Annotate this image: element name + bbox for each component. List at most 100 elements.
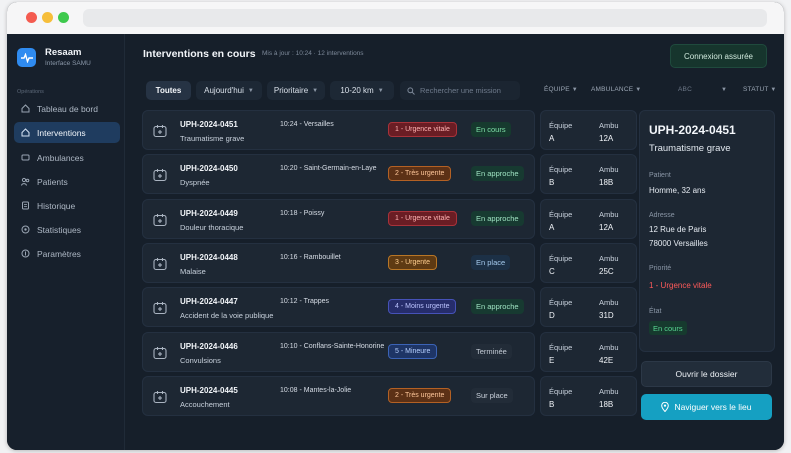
mission-icon <box>153 390 167 403</box>
patients-icon <box>21 177 30 186</box>
abc-column-chevron[interactable]: ▼ <box>721 86 727 93</box>
sidebar-item-ambulances[interactable]: Ambulances <box>14 147 120 168</box>
intervention-row[interactable]: UPH-2024-0449 Douleur thoracique 10:18 -… <box>142 198 535 239</box>
detail-address-label: Adresse <box>649 212 675 219</box>
intervention-id: UPH-2024-0451 <box>180 120 238 129</box>
sidebar-item-patients[interactable]: Patients <box>14 171 120 192</box>
ambulance-value: 12A <box>599 222 614 232</box>
statistics-icon <box>21 225 30 234</box>
intervention-time-place: 10:18 - Poissy <box>280 209 325 217</box>
ambulance-label: Ambu <box>599 121 619 130</box>
open-file-button[interactable]: Ouvrir le dossier <box>641 361 772 387</box>
intervention-time-place: 10:20 - Saint-Germain-en-Laye <box>280 165 377 173</box>
sidebar-item-dashboard[interactable]: Tableau de bord <box>14 98 120 119</box>
filter-label: 10-20 km <box>340 86 374 95</box>
filter-label: ÉQUIPE <box>544 86 570 93</box>
abc-column-filter[interactable]: ABC <box>678 86 692 93</box>
chevron-down-icon: ▼ <box>721 87 728 93</box>
intervention-row[interactable]: UPH-2024-0451 Traumatisme grave 10:24 - … <box>142 110 535 150</box>
intervention-type: Accident de la voie publique <box>180 311 274 321</box>
chevron-down-icon: ▼ <box>635 87 642 93</box>
detail-id: UPH-2024-0451 <box>649 123 736 137</box>
sidebar: Resaam Interface SAMU Opérations Tableau… <box>7 34 125 450</box>
sidebar-item-settings[interactable]: Paramètres <box>14 243 120 264</box>
ambulance-label: Ambu <box>599 386 619 396</box>
pulse-icon <box>20 52 33 63</box>
chevron-down-icon: ▼ <box>247 87 254 94</box>
priority-badge: 2 - Très urgente <box>388 387 452 403</box>
team-column-filter[interactable]: ÉQUIPE ▼ <box>544 86 578 93</box>
unit-assignment[interactable]: Équipe A Ambu 12A <box>540 198 637 239</box>
search-icon <box>407 86 415 95</box>
detail-priority: 1 - Urgence vitale <box>649 281 712 290</box>
sidebar-item-label: Paramètres <box>37 248 81 259</box>
team-label: Équipe <box>549 342 573 352</box>
intervention-row[interactable]: UPH-2024-0445 Accouchement 10:08 - Mante… <box>142 375 535 416</box>
ambulance-label: Ambu <box>599 298 619 308</box>
intervention-type: Convulsions <box>180 355 221 365</box>
unit-assignment[interactable]: Équipe B Ambu 18B <box>540 154 637 195</box>
priority-badge: 4 - Moins urgente <box>388 299 457 315</box>
mission-icon <box>153 302 167 315</box>
sidebar-item-interventions[interactable]: Interventions <box>14 122 120 143</box>
settings-icon <box>21 249 30 258</box>
unit-assignment[interactable]: Équipe B Ambu 18B <box>540 375 637 416</box>
intervention-type: Malaise <box>180 266 206 276</box>
intervention-row[interactable]: UPH-2024-0446 Convulsions 10:10 - Confla… <box>142 331 535 372</box>
intervention-time-place: 10:12 - Trappes <box>280 298 330 306</box>
team-value: B <box>549 399 555 409</box>
dashboard-icon <box>21 104 30 113</box>
status-badge: Terminée <box>471 343 512 359</box>
ambulance-column-filter[interactable]: AMBULANCE ▼ <box>591 86 641 93</box>
intervention-count: 12 interventions <box>317 50 364 57</box>
filter-all[interactable]: Toutes <box>146 81 191 100</box>
team-label: Équipe <box>549 209 573 219</box>
main-panel: Interventions en cours Mis à jour : 10:2… <box>125 34 784 450</box>
maximize-window-button[interactable] <box>58 12 69 23</box>
navigate-to-location-button[interactable]: Naviguer vers le lieu <box>641 394 772 420</box>
unit-assignment[interactable]: Équipe E Ambu 42E <box>540 331 637 372</box>
sidebar-item-label: Historique <box>37 200 76 211</box>
ambulance-value: 18B <box>599 399 614 409</box>
mission-icon <box>153 213 167 226</box>
filter-label: AMBULANCE <box>591 86 634 93</box>
intervention-time-place: 10:08 - Mantes-la-Jolie <box>280 386 352 394</box>
intervention-row[interactable]: UPH-2024-0448 Malaise 10:16 - Rambouille… <box>142 242 535 283</box>
browser-titlebar <box>7 2 784 34</box>
intervention-row[interactable]: UPH-2024-0447 Accident de la voie publiq… <box>142 287 535 328</box>
chevron-down-icon: ▼ <box>770 87 777 93</box>
sidebar-item-statistics[interactable]: Statistiques <box>14 219 120 240</box>
intervention-type: Accouchement <box>180 399 230 409</box>
filter-priority[interactable]: Prioritaire ▼ <box>267 81 325 100</box>
team-value: D <box>549 311 555 321</box>
detail-status-label: État <box>649 308 662 315</box>
filter-label: STATUT <box>743 86 769 93</box>
intervention-id: UPH-2024-0448 <box>180 252 238 262</box>
intervention-type: Douleur thoracique <box>180 222 244 232</box>
intervention-time-place: 10:16 - Rambouillet <box>280 253 341 261</box>
intervention-row[interactable]: UPH-2024-0450 Dyspnée 10:20 - Saint-Germ… <box>142 154 535 195</box>
filter-distance[interactable]: 10-20 km ▼ <box>330 81 394 100</box>
secure-connection-button[interactable]: Connexion assurée <box>670 44 767 68</box>
priority-badge: 1 - Urgence vitale <box>388 122 457 137</box>
ambulance-label: Ambu <box>599 209 619 219</box>
minimize-window-button[interactable] <box>42 12 53 23</box>
app-name: Resaam <box>45 47 82 58</box>
detail-type: Traumatisme grave <box>649 143 731 154</box>
mission-icon <box>153 257 167 270</box>
address-bar[interactable] <box>83 9 767 27</box>
team-value: E <box>549 355 555 365</box>
team-value: C <box>549 266 555 276</box>
sidebar-item-history[interactable]: Historique <box>14 195 120 216</box>
search-input[interactable]: Rechercher une mission <box>400 81 520 100</box>
priority-badge: 2 - Très urgente <box>388 166 452 182</box>
team-label: Équipe <box>549 121 573 130</box>
close-window-button[interactable] <box>26 12 37 23</box>
unit-assignment[interactable]: Équipe A Ambu 12A <box>540 110 637 150</box>
interventions-icon <box>21 128 30 137</box>
filter-date[interactable]: Aujourd'hui ▼ <box>196 81 262 100</box>
unit-assignment[interactable]: Équipe C Ambu 25C <box>540 242 637 283</box>
status-column-filter[interactable]: STATUT ▼ <box>743 86 777 93</box>
unit-assignment[interactable]: Équipe D Ambu 31D <box>540 287 637 328</box>
status-badge: Sur place <box>471 387 513 403</box>
